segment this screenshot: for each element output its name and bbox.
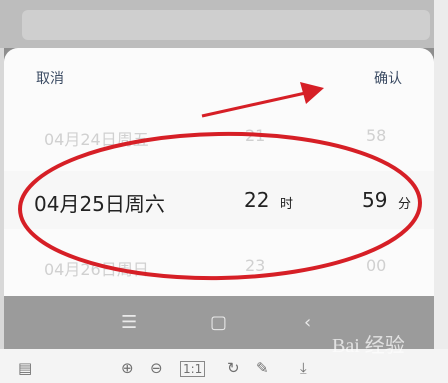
actual-size-button[interactable]: 1:1 (180, 361, 206, 377)
pen-icon[interactable]: ✎ (256, 359, 269, 377)
zoom-out-icon[interactable]: ⊖ (150, 359, 163, 377)
hour-option: 23 (245, 256, 266, 275)
date-option: 04月26日周日 (44, 260, 149, 279)
zoom-in-icon[interactable]: ⊕ (121, 359, 134, 377)
backdrop-right-strip (434, 0, 448, 383)
save-icon[interactable]: ▤ (18, 359, 32, 377)
selected-hour: 22 (244, 188, 270, 212)
picker-header: 取消 确认 (4, 48, 434, 110)
date-time-picker: 取消 确认 04月24日周五 21 58 04月25日周六 22 时 59 分 … (4, 48, 434, 296)
background-app-strip (0, 0, 448, 48)
picker-row-selected[interactable]: 04月25日周六 22 时 59 分 (4, 171, 434, 229)
minute-option: 58 (366, 126, 387, 145)
back-chevron-icon[interactable]: ‹ (304, 312, 311, 333)
baidu-watermark: Bai 经验 (332, 335, 405, 357)
download-icon[interactable]: ⤓ (300, 359, 307, 377)
hour-unit-label: 时 (280, 197, 294, 212)
cancel-button[interactable]: 取消 (36, 68, 64, 88)
selected-minute: 59 (362, 188, 388, 212)
rotate-icon[interactable]: ↻ (227, 359, 240, 377)
minute-unit-label: 分 (398, 197, 412, 212)
selected-date: 04月25日周六 (34, 192, 165, 216)
confirm-button[interactable]: 确认 (374, 68, 402, 88)
minute-option: 00 (366, 256, 387, 275)
menu-icon[interactable]: ☰ (121, 312, 137, 333)
date-option: 04月24日周五 (44, 130, 149, 149)
hour-option: 21 (245, 126, 266, 145)
home-square-icon[interactable]: ▢ (210, 312, 227, 333)
